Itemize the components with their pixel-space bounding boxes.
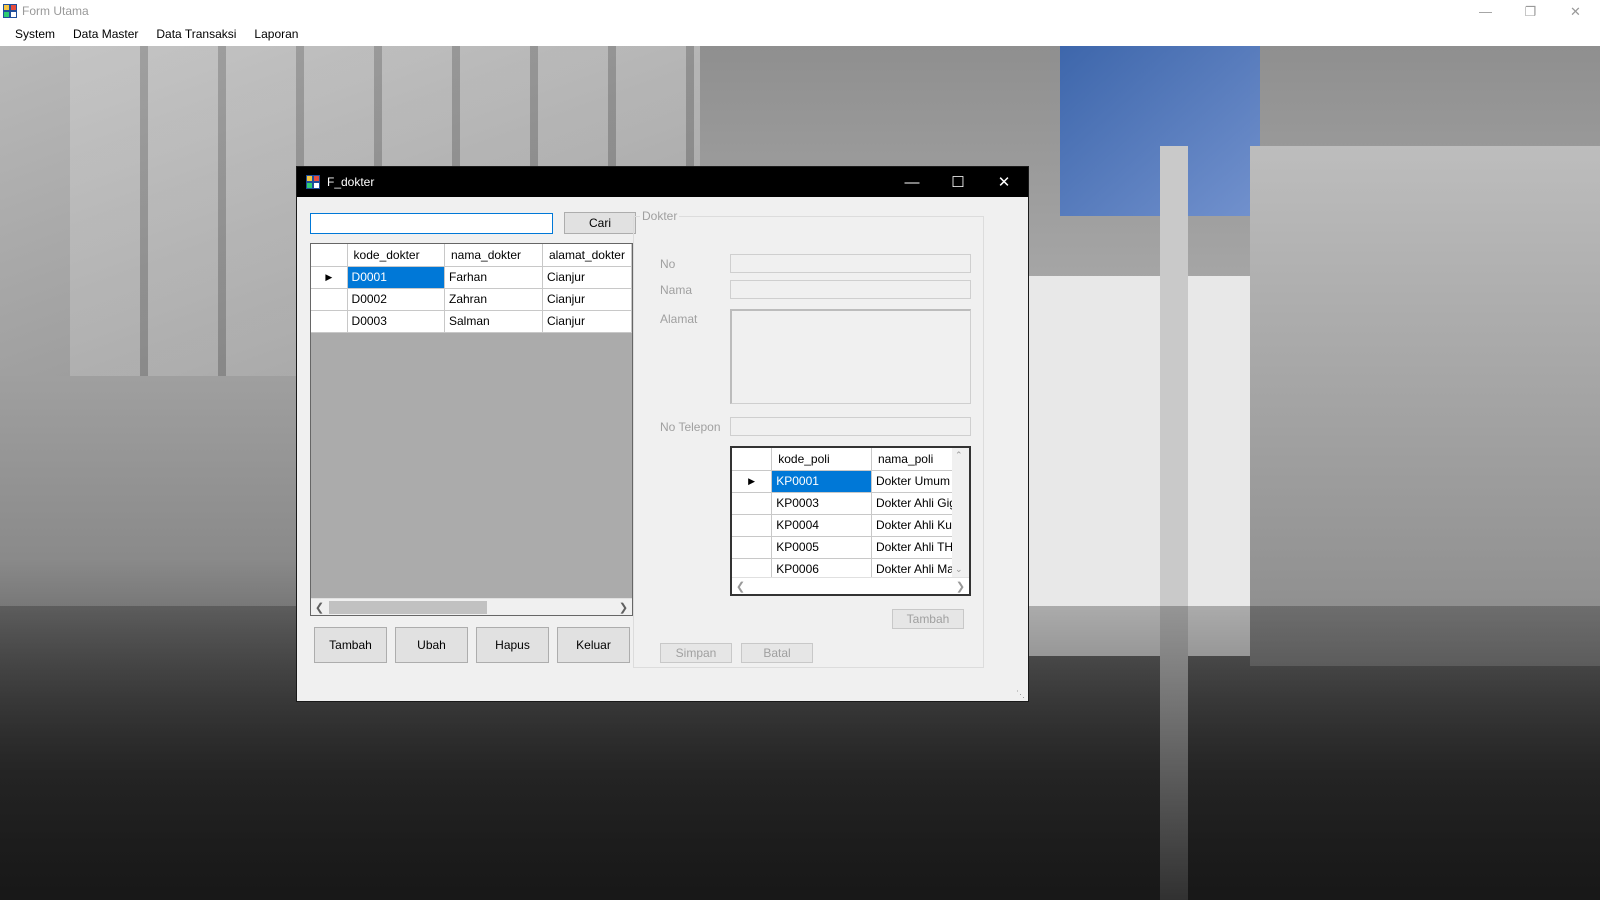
dokter-groupbox: Dokter No Nama Alamat No Telepon kode_po… bbox=[633, 209, 984, 668]
menu-laporan[interactable]: Laporan bbox=[245, 23, 307, 46]
no-label: No bbox=[660, 257, 676, 271]
dialog-titlebar[interactable]: F_dokter — ☐ ✕ bbox=[297, 167, 1028, 197]
alamat-field bbox=[730, 309, 971, 404]
table-row[interactable]: ▶ D0001 Farhan Cianjur bbox=[311, 266, 632, 289]
scroll-right-icon[interactable]: ❯ bbox=[615, 599, 632, 615]
dialog-close-button[interactable]: ✕ bbox=[981, 167, 1027, 197]
menubar: System Data Master Data Transaksi Lapora… bbox=[0, 23, 1600, 46]
table-cell[interactable]: Salman bbox=[444, 310, 543, 333]
table-cell[interactable]: KP0005 bbox=[771, 536, 872, 559]
scroll-left-icon[interactable]: ❮ bbox=[732, 578, 749, 594]
poli-table: kode_poli nama_poli ▶ KP0001 Dokter Umum… bbox=[732, 448, 969, 581]
minimize-button[interactable]: — bbox=[1463, 0, 1508, 23]
doctors-grid[interactable]: kode_dokter nama_dokter alamat_dokter ▶ … bbox=[310, 243, 633, 616]
table-cell[interactable]: D0003 bbox=[347, 310, 446, 333]
restore-button[interactable]: ❐ bbox=[1508, 0, 1553, 23]
scroll-up-icon[interactable]: ⌃ bbox=[955, 450, 963, 461]
scrollbar-thumb[interactable] bbox=[329, 601, 487, 614]
ubah-button[interactable]: Ubah bbox=[395, 627, 468, 663]
table-cell[interactable]: Cianjur bbox=[542, 310, 632, 333]
table-cell[interactable]: D0001 bbox=[347, 266, 446, 289]
column-header[interactable]: kode_poli bbox=[771, 448, 872, 471]
row-header-corner bbox=[311, 244, 348, 267]
doctors-table: kode_dokter nama_dokter alamat_dokter ▶ … bbox=[311, 244, 632, 333]
batal-button[interactable]: Batal bbox=[741, 643, 813, 663]
nama-label: Nama bbox=[660, 283, 693, 297]
menu-system[interactable]: System bbox=[6, 23, 64, 46]
current-row-indicator[interactable]: ▶ bbox=[732, 470, 773, 493]
table-row[interactable]: D0003 Salman Cianjur bbox=[311, 310, 632, 333]
row-header-corner bbox=[732, 448, 773, 471]
row-header[interactable] bbox=[311, 288, 348, 311]
table-row[interactable]: ▶ KP0001 Dokter Umum bbox=[732, 470, 969, 493]
column-header[interactable]: nama_dokter bbox=[444, 244, 543, 267]
current-row-indicator[interactable]: ▶ bbox=[311, 266, 348, 289]
alamat-label: Alamat bbox=[660, 312, 698, 326]
column-header[interactable]: kode_dokter bbox=[347, 244, 446, 267]
scroll-right-icon[interactable]: ❯ bbox=[952, 578, 969, 594]
menu-data-transaksi[interactable]: Data Transaksi bbox=[147, 23, 245, 46]
vertical-scrollbar[interactable]: ⌃ ⌄ bbox=[952, 448, 969, 577]
row-header[interactable] bbox=[732, 536, 773, 559]
no-field bbox=[730, 254, 971, 273]
resize-grip-icon[interactable]: ⋱ bbox=[1016, 689, 1026, 699]
table-row[interactable]: KP0004 Dokter Ahli Kulit bbox=[732, 514, 969, 537]
row-header[interactable] bbox=[732, 492, 773, 515]
table-cell[interactable]: Cianjur bbox=[542, 288, 632, 311]
row-header[interactable] bbox=[311, 310, 348, 333]
scroll-left-icon[interactable]: ❮ bbox=[311, 599, 328, 615]
nama-field bbox=[730, 280, 971, 299]
app-icon bbox=[3, 4, 17, 18]
search-input[interactable] bbox=[310, 213, 553, 234]
doctor-dialog: F_dokter — ☐ ✕ Cari kode_dokter nama_dok… bbox=[296, 166, 1029, 702]
menu-data-master[interactable]: Data Master bbox=[64, 23, 147, 46]
search-button[interactable]: Cari bbox=[564, 212, 636, 234]
table-cell[interactable]: KP0001 bbox=[771, 470, 872, 493]
dialog-icon bbox=[306, 175, 320, 189]
column-header[interactable]: alamat_dokter bbox=[542, 244, 632, 267]
telepon-label: No Telepon bbox=[660, 420, 721, 434]
scroll-down-icon[interactable]: ⌄ bbox=[955, 564, 963, 575]
table-cell[interactable]: Zahran bbox=[444, 288, 543, 311]
poli-grid[interactable]: kode_poli nama_poli ▶ KP0001 Dokter Umum… bbox=[730, 446, 971, 596]
table-cell[interactable]: KP0004 bbox=[771, 514, 872, 537]
table-row[interactable]: D0002 Zahran Cianjur bbox=[311, 288, 632, 311]
tambah-button[interactable]: Tambah bbox=[314, 627, 387, 663]
simpan-button[interactable]: Simpan bbox=[660, 643, 732, 663]
telepon-field bbox=[730, 417, 971, 436]
poli-tambah-button[interactable]: Tambah bbox=[892, 609, 964, 629]
keluar-button[interactable]: Keluar bbox=[557, 627, 630, 663]
close-button[interactable]: ✕ bbox=[1553, 0, 1598, 23]
table-row[interactable]: KP0005 Dokter Ahli THT bbox=[732, 536, 969, 559]
doctors-grid-header: kode_dokter nama_dokter alamat_dokter bbox=[311, 244, 632, 267]
table-cell[interactable]: D0002 bbox=[347, 288, 446, 311]
table-row[interactable]: KP0003 Dokter Ahli Gigi bbox=[732, 492, 969, 515]
horizontal-scrollbar[interactable]: ❮ ❯ bbox=[311, 598, 632, 615]
dialog-title: F_dokter bbox=[327, 175, 375, 189]
dialog-maximize-button[interactable]: ☐ bbox=[935, 167, 981, 197]
poli-grid-header: kode_poli nama_poli bbox=[732, 448, 969, 471]
hapus-button[interactable]: Hapus bbox=[476, 627, 549, 663]
dialog-minimize-button[interactable]: — bbox=[889, 167, 935, 197]
row-header[interactable] bbox=[732, 514, 773, 537]
table-cell[interactable]: Farhan bbox=[444, 266, 543, 289]
table-cell[interactable]: KP0003 bbox=[771, 492, 872, 515]
groupbox-title: Dokter bbox=[640, 209, 680, 223]
horizontal-scrollbar[interactable]: ❮ ❯ bbox=[732, 577, 969, 594]
main-titlebar: Form Utama — ❐ ✕ bbox=[0, 0, 1600, 23]
table-cell[interactable]: Cianjur bbox=[542, 266, 632, 289]
window-title: Form Utama bbox=[22, 4, 89, 18]
